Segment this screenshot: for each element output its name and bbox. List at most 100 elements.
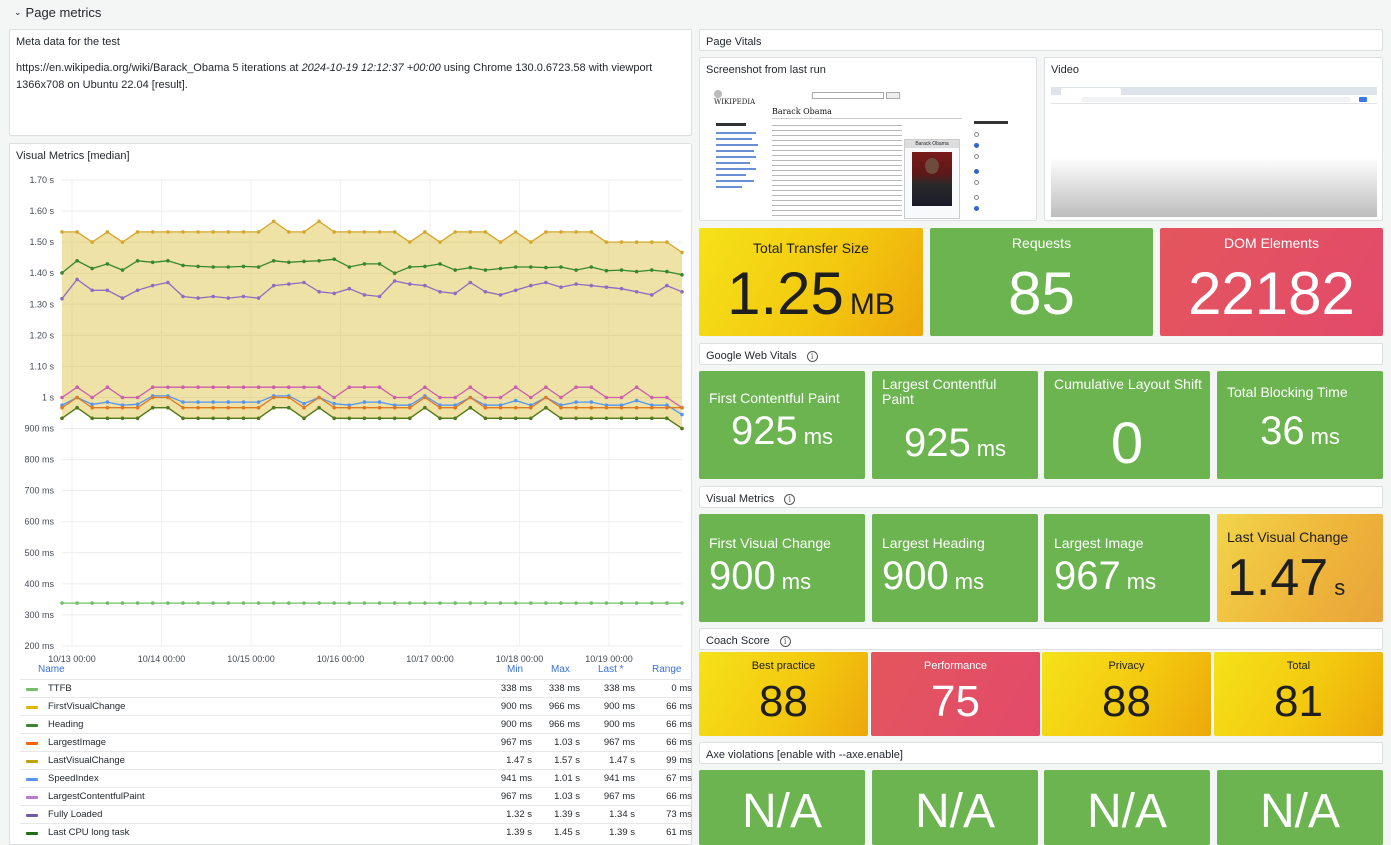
axe-violation-3[interactable]: N/A	[1044, 770, 1210, 845]
data-point	[181, 400, 185, 404]
data-point	[196, 264, 200, 269]
stat-dom-elements[interactable]: DOM Elements 22182	[1160, 228, 1383, 336]
row-header-page-metrics[interactable]: ⌄ Page metrics	[0, 0, 1391, 24]
coach-best-practice-label: Best practice	[751, 660, 816, 672]
coach-privacy[interactable]: Privacy 88	[1042, 652, 1211, 736]
series-name: LargestImage	[48, 737, 107, 748]
coach-total[interactable]: Total 81	[1214, 652, 1383, 736]
legend-row[interactable]: LargestImage 967 ms 1.03 s 967 ms 66 ms	[20, 733, 692, 751]
info-icon[interactable]: i	[806, 350, 818, 362]
data-point	[150, 283, 155, 288]
vm-header: Visual Metrics i	[699, 486, 1383, 508]
axe-violation-4[interactable]: N/A	[1217, 770, 1383, 845]
coach-header: Coach Score i	[699, 628, 1383, 650]
gwv-fcp[interactable]: First Contentful Paint 925 ms	[699, 371, 865, 479]
series-color-swatch	[26, 706, 38, 709]
data-point	[589, 230, 594, 234]
axe-violation-2[interactable]: N/A	[872, 770, 1038, 845]
data-point	[438, 416, 442, 421]
visual-metrics-chart[interactable]: 1.70 s 1.60 s 1.50 s 1.40 s 1.30 s 1.20 s 1.10…	[10, 164, 693, 684]
data-point	[589, 405, 594, 410]
data-point	[483, 601, 488, 605]
wikipedia-logo: WIKIPEDIA	[714, 90, 756, 106]
data-point	[120, 296, 125, 300]
series-range: 66 ms	[666, 737, 692, 748]
data-point	[619, 268, 624, 272]
screenshot-image[interactable]: WIKIPEDIA Barack Obama Barack Obama	[706, 85, 1030, 219]
x-tick-label: 10/17 00:00	[406, 654, 454, 664]
gwv-lcp[interactable]: Largest Contentful Paint 925 ms	[872, 371, 1038, 479]
data-point	[498, 240, 503, 244]
coach-performance[interactable]: Performance 75	[871, 652, 1040, 736]
data-point	[377, 385, 382, 389]
axe-violation-1[interactable]: N/A	[699, 770, 865, 845]
data-point	[574, 230, 578, 234]
legend-row[interactable]: Fully Loaded 1.32 s 1.39 s 1.34 s 73 ms	[20, 805, 692, 823]
series-color-swatch	[26, 778, 38, 781]
stat-requests[interactable]: Requests 85	[930, 228, 1153, 336]
data-point	[105, 405, 110, 410]
y-tick-label: 400 ms	[24, 579, 54, 589]
data-point	[362, 385, 367, 389]
data-point	[166, 405, 170, 410]
data-point	[181, 263, 185, 268]
data-point	[90, 288, 94, 293]
video-player[interactable]	[1051, 85, 1377, 217]
data-point	[574, 385, 578, 389]
y-tick-label: 300 ms	[24, 610, 54, 620]
data-point	[408, 265, 412, 269]
coach-best-practice[interactable]: Best practice 88	[699, 652, 868, 736]
vm-largest-heading-number: 900	[882, 554, 949, 598]
legend-row[interactable]: LargestContentfulPaint 967 ms 1.03 s 967 ms…	[20, 787, 692, 805]
vm-last-visual-change-number: 1.47	[1227, 549, 1329, 607]
legend-row[interactable]: FirstVisualChange 900 ms 966 ms 900 ms 66 ms	[20, 697, 692, 715]
test-url-link[interactable]: https://en.wikipedia.org/wiki/Barack_Oba…	[16, 62, 229, 74]
vm-last-visual-change[interactable]: Last Visual Change 1.47 s	[1217, 514, 1383, 622]
data-point	[438, 262, 442, 266]
info-icon[interactable]: i	[779, 635, 791, 647]
data-point	[105, 230, 110, 234]
data-point	[211, 405, 215, 410]
gwv-cls[interactable]: Cumulative Layout Shift 0	[1044, 371, 1210, 479]
legend-header-last[interactable]: Last *	[598, 664, 624, 675]
data-point	[483, 405, 488, 410]
series-range: 61 ms	[666, 827, 692, 838]
legend-header-range[interactable]: Range	[652, 664, 681, 675]
legend-row[interactable]: LastVisualChange 1.47 s 1.57 s 1.47 s 99 ms	[20, 751, 692, 769]
data-point	[498, 395, 503, 400]
data-point	[513, 265, 518, 269]
data-point	[362, 405, 367, 410]
series-last: 1.34 s	[609, 809, 635, 820]
data-point	[211, 601, 215, 605]
data-point	[574, 400, 578, 404]
vm-first-visual-change[interactable]: First Visual Change 900 ms	[699, 514, 865, 622]
legend-header-name[interactable]: Name	[38, 664, 65, 675]
data-point	[196, 230, 200, 234]
legend-row[interactable]: Last CPU long task 1.39 s 1.45 s 1.39 s 61 m…	[20, 823, 692, 841]
data-point	[120, 395, 125, 400]
data-point	[271, 405, 276, 410]
data-point	[241, 264, 246, 269]
wiki-search-box	[812, 92, 884, 99]
data-point	[423, 283, 427, 288]
page-vitals-panel: Page Vitals	[699, 29, 1383, 51]
series-last: 1.47 s	[609, 755, 635, 766]
data-point	[347, 405, 352, 410]
legend-row[interactable]: TTFB 338 ms 338 ms 338 ms 0 ms	[20, 679, 692, 697]
legend-row[interactable]: Heading 900 ms 966 ms 900 ms 66 ms	[20, 715, 692, 733]
stat-transfer-size[interactable]: Total Transfer Size 1.25 MB	[699, 228, 923, 336]
data-point	[665, 240, 669, 244]
gwv-tbt[interactable]: Total Blocking Time 36 ms	[1217, 371, 1383, 479]
vm-largest-image[interactable]: Largest Image 967 ms	[1044, 514, 1210, 622]
legend-row[interactable]: SpeedIndex 941 ms 1.01 s 941 ms 67 ms	[20, 769, 692, 787]
data-point	[544, 230, 548, 234]
wiki-title-divider	[772, 118, 962, 119]
info-icon[interactable]: i	[784, 493, 796, 505]
data-point	[423, 230, 427, 234]
legend-header-min[interactable]: Min	[507, 664, 523, 675]
legend-header-max[interactable]: Max	[551, 664, 570, 675]
vm-largest-heading[interactable]: Largest Heading 900 ms	[872, 514, 1038, 622]
data-point	[166, 280, 170, 285]
data-point	[483, 395, 488, 400]
coach-total-label: Total	[1286, 660, 1311, 672]
